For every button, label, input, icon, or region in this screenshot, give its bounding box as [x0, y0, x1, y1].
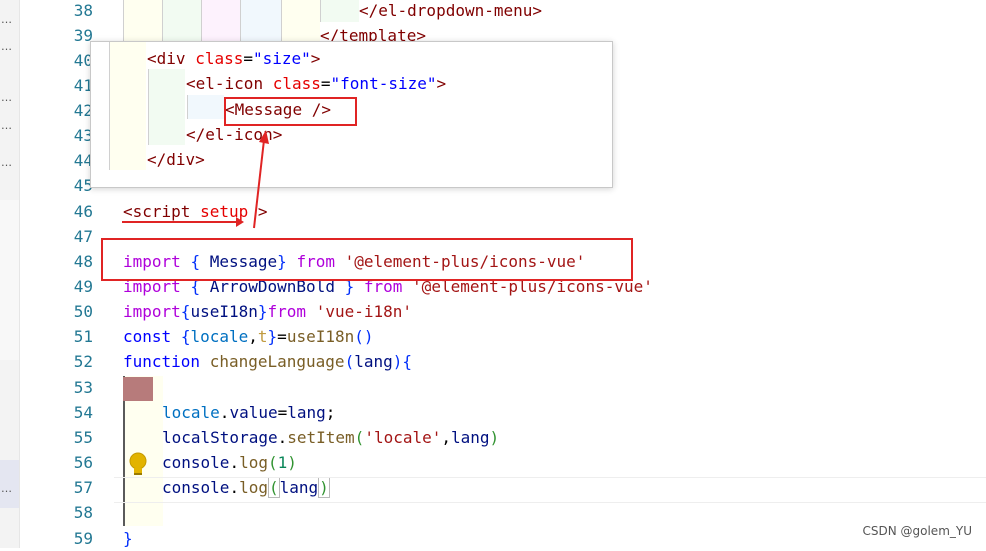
annotation-arrowhead	[236, 217, 244, 227]
annotation-arrowhead	[259, 130, 269, 144]
annotation-arrow	[253, 139, 265, 229]
annotation-arrows	[122, 130, 269, 229]
watermark: CSDN @golem_YU	[862, 524, 972, 538]
